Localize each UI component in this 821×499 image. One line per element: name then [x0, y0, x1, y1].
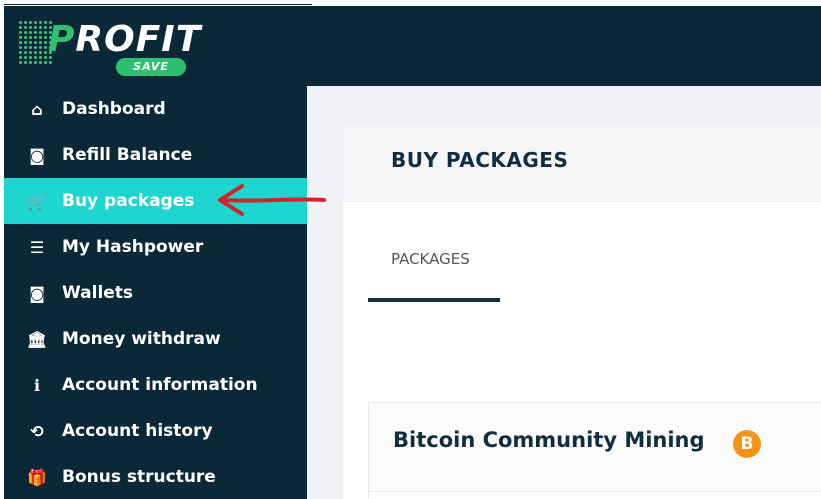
sidebar-item-account-history[interactable]: ⟲ Account history: [4, 408, 307, 454]
history-icon: ⟲: [30, 421, 44, 441]
gift-icon: 🎁: [27, 467, 47, 487]
sidebar-item-label: Dashboard: [62, 99, 166, 119]
sidebar: ⌂ Dashboard ◙ Refill Balance 🛒 Buy packa…: [4, 86, 307, 499]
red-arrow-annotation-icon: [218, 184, 326, 216]
page-title: BUY PACKAGES: [391, 148, 569, 172]
sidebar-item-label: Account information: [62, 375, 258, 395]
sidebar-item-wallets[interactable]: ◙ Wallets: [4, 270, 307, 316]
bank-icon: 🏛: [26, 329, 48, 349]
money-icon: ◙: [29, 145, 45, 165]
tab-packages[interactable]: PACKAGES: [391, 250, 470, 268]
sidebar-item-dashboard[interactable]: ⌂ Dashboard: [4, 86, 307, 132]
active-tab-indicator: [368, 298, 500, 302]
logo-dots-icon: [18, 20, 52, 66]
logo-text: PROFIT: [48, 18, 201, 62]
sidebar-item-my-hashpower[interactable]: ☰ My Hashpower: [4, 224, 307, 270]
logo-name: ROFIT: [75, 19, 202, 60]
bitcoin-icon: B: [733, 430, 761, 458]
top-header: PROFIT SAVE: [4, 6, 821, 86]
sidebar-item-refill-balance[interactable]: ◙ Refill Balance: [4, 132, 307, 178]
brand-logo[interactable]: PROFIT SAVE: [18, 18, 201, 78]
logo-badge: SAVE: [116, 58, 186, 76]
logo-initial: P: [48, 19, 76, 60]
app-frame: PROFIT SAVE ⌂ Dashboard ◙ Refill Balance…: [4, 6, 821, 499]
wallet-icon: ◙: [29, 283, 45, 303]
sidebar-item-label: Bonus structure: [62, 467, 216, 487]
main-content: BUY PACKAGES PACKAGES Bitcoin Community …: [307, 86, 821, 499]
sidebar-item-account-information[interactable]: ℹ Account information: [4, 362, 307, 408]
sidebar-item-label: Refill Balance: [62, 145, 193, 165]
sidebar-item-label: Account history: [62, 421, 213, 441]
package-title: Bitcoin Community Mining: [393, 428, 705, 452]
content-card: BUY PACKAGES PACKAGES Bitcoin Community …: [343, 124, 821, 499]
home-icon: ⌂: [31, 99, 43, 119]
package-card: Bitcoin Community Mining B: [368, 402, 821, 499]
info-icon: ℹ: [33, 375, 41, 395]
sidebar-item-label: Wallets: [62, 283, 134, 303]
package-card-header: Bitcoin Community Mining B: [369, 403, 821, 492]
sidebar-item-label: Money withdraw: [62, 329, 221, 349]
card-header: BUY PACKAGES: [343, 124, 821, 202]
sidebar-item-money-withdraw[interactable]: 🏛 Money withdraw: [4, 316, 307, 362]
sidebar-item-label: My Hashpower: [62, 237, 204, 257]
list-icon: ☰: [29, 237, 45, 257]
sidebar-item-label: Buy packages: [62, 191, 195, 211]
sidebar-item-bonus-structure[interactable]: 🎁 Bonus structure: [4, 454, 307, 499]
cart-icon: 🛒: [27, 191, 47, 211]
top-border-line: [4, 4, 312, 5]
